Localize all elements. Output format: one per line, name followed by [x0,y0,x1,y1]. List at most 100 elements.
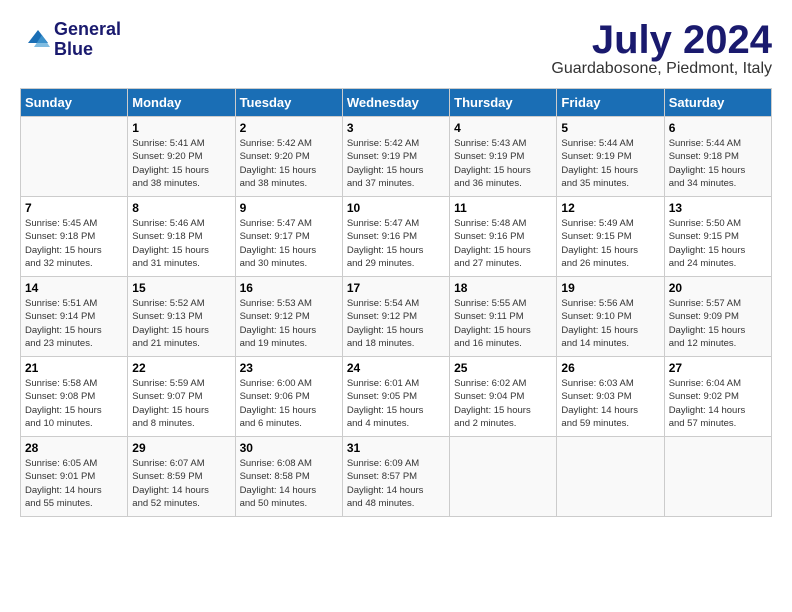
day-number: 22 [132,361,230,375]
calendar-cell [21,117,128,197]
day-header-saturday: Saturday [664,89,771,117]
day-info: Sunrise: 5:42 AM Sunset: 9:19 PM Dayligh… [347,137,445,190]
calendar-week-row: 28 Sunrise: 6:05 AM Sunset: 9:01 PM Dayli… [21,437,772,517]
day-header-tuesday: Tuesday [235,89,342,117]
calendar-cell: 22 Sunrise: 5:59 AM Sunset: 9:07 PM Dayli… [128,357,235,437]
calendar-cell: 12Sunrise: 5:49 AM Sunset: 9:15 PM Dayli… [557,197,664,277]
calendar-week-row: 14 Sunrise: 5:51 AM Sunset: 9:14 PM Dayli… [21,277,772,357]
calendar-cell [450,437,557,517]
calendar-cell: 30 Sunrise: 6:08 AM Sunset: 8:58 PM Dayli… [235,437,342,517]
day-number: 11 [454,201,552,215]
calendar-cell: 4 Sunrise: 5:43 AM Sunset: 9:19 PM Daylig… [450,117,557,197]
calendar-header-row: SundayMondayTuesdayWednesdayThursdayFrid… [21,89,772,117]
logo-line1: General [54,20,121,40]
day-info: Sunrise: 6:04 AM Sunset: 9:02 PM Dayligh… [669,377,767,430]
logo: General Blue [20,20,121,60]
day-info: Sunrise: 5:42 AM Sunset: 9:20 PM Dayligh… [240,137,338,190]
day-number: 19 [561,281,659,295]
day-info: Sunrise: 5:59 AM Sunset: 9:07 PM Dayligh… [132,377,230,430]
day-info: Sunrise: 6:08 AM Sunset: 8:58 PM Dayligh… [240,457,338,510]
page-header: General Blue July 2024 Guardabosone, Pie… [20,20,772,78]
day-number: 30 [240,441,338,455]
day-info: Sunrise: 5:52 AM Sunset: 9:13 PM Dayligh… [132,297,230,350]
day-info: Sunrise: 6:01 AM Sunset: 9:05 PM Dayligh… [347,377,445,430]
day-number: 18 [454,281,552,295]
calendar-cell: 6 Sunrise: 5:44 AM Sunset: 9:18 PM Daylig… [664,117,771,197]
day-info: Sunrise: 5:48 AM Sunset: 9:16 PM Dayligh… [454,217,552,270]
calendar-cell: 21Sunrise: 5:58 AM Sunset: 9:08 PM Dayli… [21,357,128,437]
day-info: Sunrise: 5:56 AM Sunset: 9:10 PM Dayligh… [561,297,659,350]
day-info: Sunrise: 5:54 AM Sunset: 9:12 PM Dayligh… [347,297,445,350]
calendar-cell: 14 Sunrise: 5:51 AM Sunset: 9:14 PM Dayli… [21,277,128,357]
month-title: July 2024 [551,20,772,60]
day-info: Sunrise: 5:41 AM Sunset: 9:20 PM Dayligh… [132,137,230,190]
day-info: Sunrise: 6:03 AM Sunset: 9:03 PM Dayligh… [561,377,659,430]
calendar-cell: 23Sunrise: 6:00 AM Sunset: 9:06 PM Dayli… [235,357,342,437]
day-info: Sunrise: 6:02 AM Sunset: 9:04 PM Dayligh… [454,377,552,430]
calendar-week-row: 21Sunrise: 5:58 AM Sunset: 9:08 PM Dayli… [21,357,772,437]
calendar-cell: 24Sunrise: 6:01 AM Sunset: 9:05 PM Dayli… [342,357,449,437]
day-number: 2 [240,121,338,135]
calendar-cell: 17 Sunrise: 5:54 AM Sunset: 9:12 PM Dayli… [342,277,449,357]
day-number: 1 [132,121,230,135]
day-info: Sunrise: 5:46 AM Sunset: 9:18 PM Dayligh… [132,217,230,270]
calendar-cell [664,437,771,517]
title-area: July 2024 Guardabosone, Piedmont, Italy [551,20,772,78]
day-info: Sunrise: 5:51 AM Sunset: 9:14 PM Dayligh… [25,297,123,350]
day-number: 25 [454,361,552,375]
day-info: Sunrise: 5:47 AM Sunset: 9:17 PM Dayligh… [240,217,338,270]
day-number: 6 [669,121,767,135]
calendar-cell: 16 Sunrise: 5:53 AM Sunset: 9:12 PM Dayli… [235,277,342,357]
day-header-sunday: Sunday [21,89,128,117]
calendar-cell: 7Sunrise: 5:45 AM Sunset: 9:18 PM Daylig… [21,197,128,277]
day-number: 15 [132,281,230,295]
day-number: 4 [454,121,552,135]
calendar-cell: 1 Sunrise: 5:41 AM Sunset: 9:20 PM Daylig… [128,117,235,197]
calendar-table: SundayMondayTuesdayWednesdayThursdayFrid… [20,88,772,517]
day-number: 29 [132,441,230,455]
calendar-cell: 15 Sunrise: 5:52 AM Sunset: 9:13 PM Dayli… [128,277,235,357]
logo-text: General Blue [54,20,121,60]
day-header-friday: Friday [557,89,664,117]
day-info: Sunrise: 5:57 AM Sunset: 9:09 PM Dayligh… [669,297,767,350]
day-header-wednesday: Wednesday [342,89,449,117]
logo-icon [20,25,50,55]
day-number: 5 [561,121,659,135]
day-info: Sunrise: 5:53 AM Sunset: 9:12 PM Dayligh… [240,297,338,350]
day-info: Sunrise: 5:44 AM Sunset: 9:19 PM Dayligh… [561,137,659,190]
day-info: Sunrise: 5:44 AM Sunset: 9:18 PM Dayligh… [669,137,767,190]
day-info: Sunrise: 5:55 AM Sunset: 9:11 PM Dayligh… [454,297,552,350]
calendar-cell: 11 Sunrise: 5:48 AM Sunset: 9:16 PM Dayli… [450,197,557,277]
day-info: Sunrise: 5:58 AM Sunset: 9:08 PM Dayligh… [25,377,123,430]
calendar-week-row: 1 Sunrise: 5:41 AM Sunset: 9:20 PM Daylig… [21,117,772,197]
day-number: 3 [347,121,445,135]
day-number: 7 [25,201,123,215]
calendar-cell: 18 Sunrise: 5:55 AM Sunset: 9:11 PM Dayli… [450,277,557,357]
day-info: Sunrise: 6:05 AM Sunset: 9:01 PM Dayligh… [25,457,123,510]
calendar-cell: 31Sunrise: 6:09 AM Sunset: 8:57 PM Dayli… [342,437,449,517]
day-info: Sunrise: 6:00 AM Sunset: 9:06 PM Dayligh… [240,377,338,430]
day-number: 8 [132,201,230,215]
calendar-cell: 28 Sunrise: 6:05 AM Sunset: 9:01 PM Dayli… [21,437,128,517]
day-number: 31 [347,441,445,455]
day-number: 27 [669,361,767,375]
day-number: 28 [25,441,123,455]
calendar-cell: 29Sunrise: 6:07 AM Sunset: 8:59 PM Dayli… [128,437,235,517]
day-number: 9 [240,201,338,215]
calendar-cell: 19 Sunrise: 5:56 AM Sunset: 9:10 PM Dayli… [557,277,664,357]
calendar-cell [557,437,664,517]
day-header-monday: Monday [128,89,235,117]
calendar-cell: 8 Sunrise: 5:46 AM Sunset: 9:18 PM Daylig… [128,197,235,277]
calendar-cell: 13Sunrise: 5:50 AM Sunset: 9:15 PM Dayli… [664,197,771,277]
day-number: 10 [347,201,445,215]
day-number: 16 [240,281,338,295]
calendar-cell: 26 Sunrise: 6:03 AM Sunset: 9:03 PM Dayli… [557,357,664,437]
location: Guardabosone, Piedmont, Italy [551,60,772,78]
day-number: 26 [561,361,659,375]
day-number: 14 [25,281,123,295]
day-number: 13 [669,201,767,215]
day-info: Sunrise: 5:43 AM Sunset: 9:19 PM Dayligh… [454,137,552,190]
day-number: 17 [347,281,445,295]
day-number: 12 [561,201,659,215]
calendar-cell: 25 Sunrise: 6:02 AM Sunset: 9:04 PM Dayli… [450,357,557,437]
